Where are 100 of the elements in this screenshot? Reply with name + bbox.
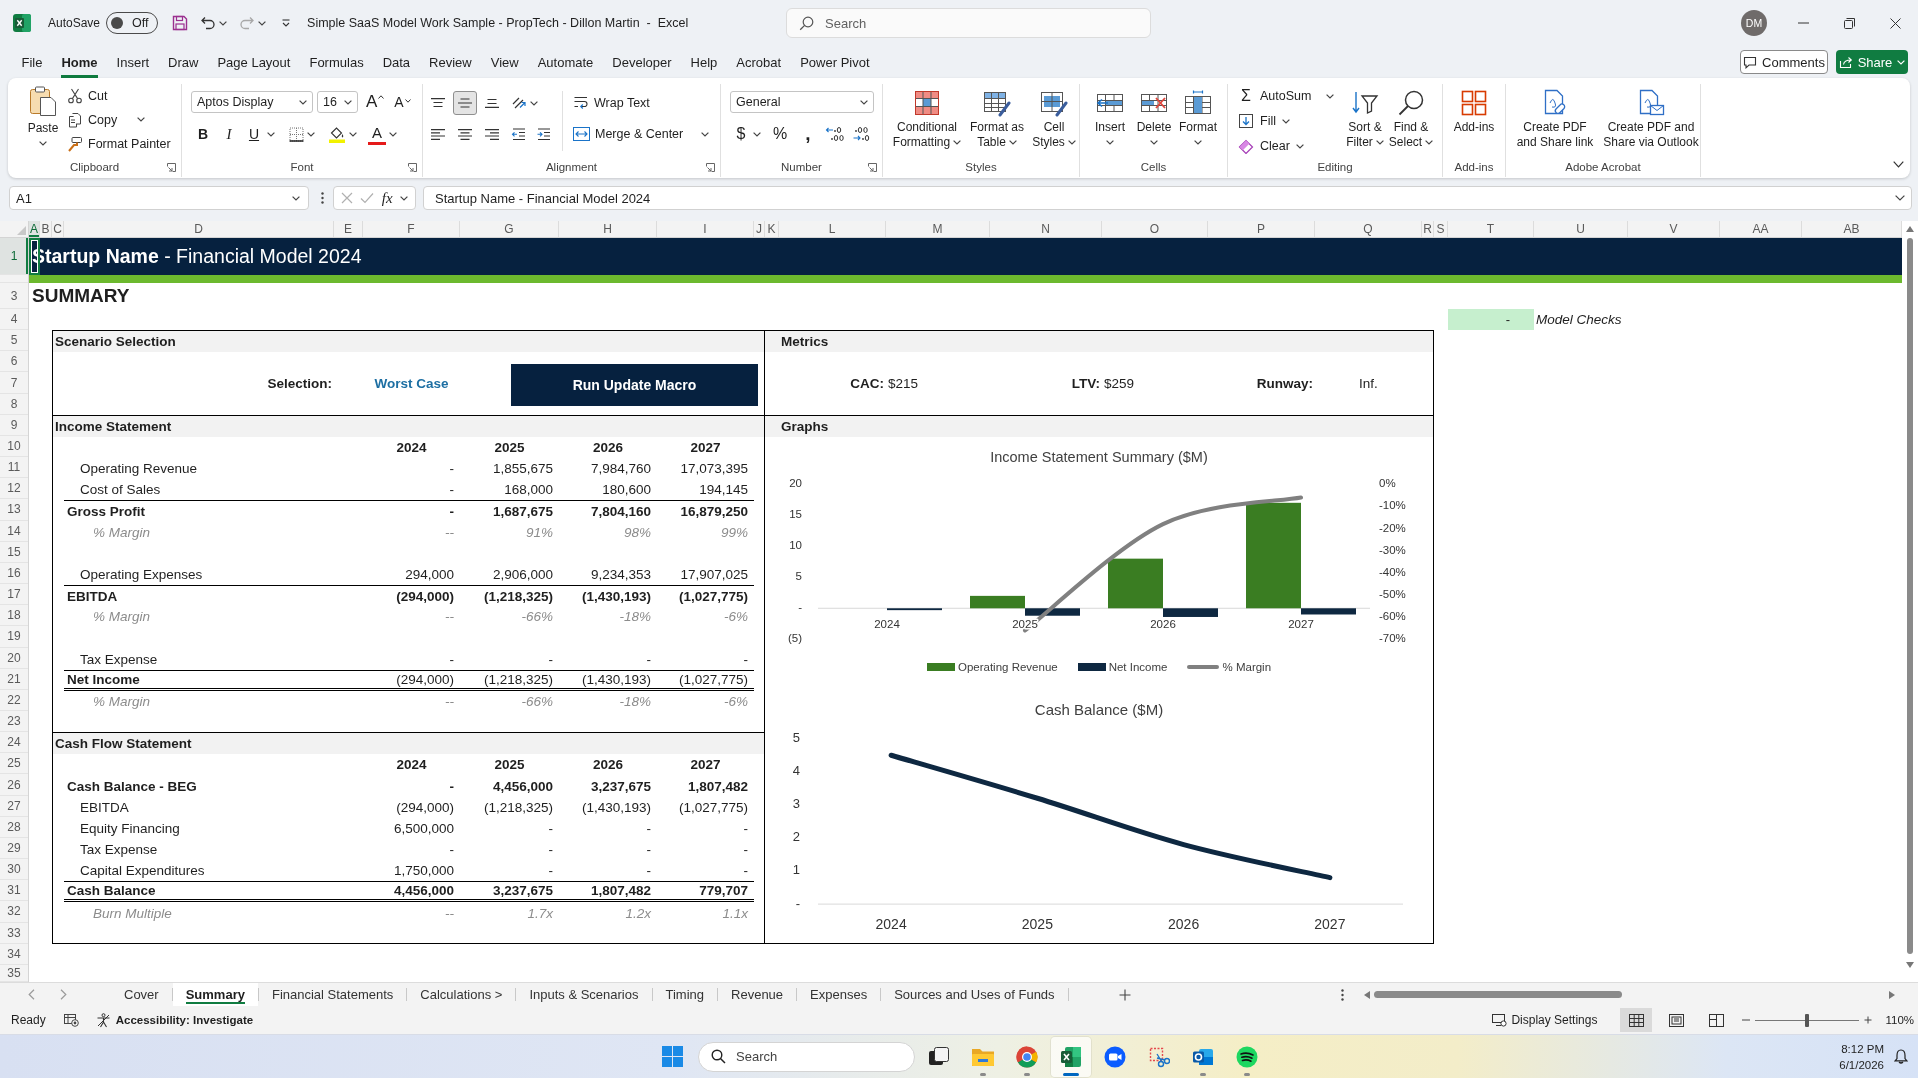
macro-recording-icon[interactable] xyxy=(63,1013,79,1027)
column-header[interactable]: AA xyxy=(1720,221,1802,237)
column-header[interactable]: T xyxy=(1448,221,1534,237)
dialog-launcher-icon[interactable] xyxy=(167,162,176,172)
search-field[interactable]: Search xyxy=(786,8,1151,38)
ribbon-tab[interactable]: Acrobat xyxy=(736,46,782,78)
taskbar-search-field[interactable]: Search xyxy=(698,1041,915,1072)
find-select-button[interactable]: Find & Select xyxy=(1388,84,1434,150)
comma-style-button[interactable]: , xyxy=(799,123,817,145)
scroll-down-icon[interactable] xyxy=(1906,962,1914,968)
close-icon[interactable] xyxy=(1889,17,1901,29)
sheet-tab[interactable]: Timing xyxy=(652,983,718,1006)
save-icon[interactable] xyxy=(172,15,189,31)
run-macro-button[interactable]: Run Update Macro xyxy=(511,364,758,407)
formula-field[interactable]: Startup Name - Financial Model 2024 xyxy=(423,186,1912,210)
share-button[interactable]: Share xyxy=(1836,50,1908,74)
column-header[interactable]: M xyxy=(886,221,990,237)
paste-button[interactable]: Paste xyxy=(20,84,66,157)
font-name-dropdown[interactable]: Aptos Display xyxy=(191,91,313,113)
ribbon-tab[interactable]: Insert xyxy=(116,46,150,78)
create-pdf-mail-button[interactable]: Create PDF and Share via Outlook xyxy=(1602,84,1700,150)
format-button[interactable]: Format xyxy=(1176,84,1220,150)
collapse-ribbon-icon[interactable] xyxy=(1893,161,1904,168)
dialog-launcher-icon[interactable] xyxy=(706,162,715,172)
row-header[interactable]: 26 xyxy=(0,774,28,796)
underline-button[interactable]: U xyxy=(244,123,264,145)
row-header[interactable]: 35 xyxy=(0,964,28,982)
row-header[interactable]: 1 xyxy=(0,238,28,275)
row-header[interactable]: 14 xyxy=(0,520,28,542)
more-options-icon[interactable] xyxy=(1341,988,1344,1001)
column-header[interactable]: D xyxy=(64,221,334,237)
row-header[interactable]: 17 xyxy=(0,584,28,606)
display-settings-button[interactable]: Display Settings xyxy=(1492,1013,1598,1027)
column-header[interactable]: B xyxy=(40,221,52,237)
sheet-tab[interactable]: Summary xyxy=(172,983,258,1006)
sheet-tab[interactable]: Revenue xyxy=(718,983,797,1006)
text-orientation-icon[interactable] xyxy=(511,95,527,111)
fill-button[interactable]: Fill xyxy=(1238,109,1342,133)
ribbon-tab[interactable]: View xyxy=(490,46,519,78)
row-header[interactable]: 5 xyxy=(0,330,28,352)
merge-center-button[interactable]: Merge & Center xyxy=(573,122,684,146)
font-size-dropdown[interactable]: 16 xyxy=(317,91,358,113)
column-header[interactable]: V xyxy=(1628,221,1720,237)
start-menu-icon[interactable] xyxy=(661,1046,683,1067)
row-header[interactable]: 31 xyxy=(0,880,28,902)
scrollbar-thumb[interactable] xyxy=(1907,238,1913,954)
currency-button[interactable]: $ xyxy=(732,123,750,145)
row-header[interactable]: 29 xyxy=(0,837,28,860)
column-header[interactable]: Q xyxy=(1315,221,1422,237)
column-header[interactable]: C xyxy=(52,221,64,237)
wrap-text-button[interactable]: Wrap Text xyxy=(573,91,650,115)
dialog-launcher-icon[interactable] xyxy=(408,162,417,172)
row-header[interactable]: 22 xyxy=(0,689,28,711)
conditional-formatting-button[interactable]: Conditional Formatting xyxy=(891,84,963,150)
taskbar-app-button[interactable] xyxy=(1051,1036,1091,1077)
copy-button[interactable]: Copy xyxy=(67,108,171,132)
ribbon-tab[interactable]: Developer xyxy=(612,46,672,78)
row-header[interactable]: 32 xyxy=(0,901,28,923)
row-header[interactable]: 18 xyxy=(0,605,28,627)
sheet-tab[interactable]: Expenses xyxy=(797,983,881,1006)
more-options-icon[interactable] xyxy=(321,192,324,204)
scrollbar-thumb[interactable] xyxy=(1374,991,1622,998)
row-header[interactable]: 28 xyxy=(0,816,28,838)
format-painter-button[interactable]: Format Painter xyxy=(67,132,171,156)
column-header[interactable]: E xyxy=(334,221,363,237)
number-format-dropdown[interactable]: General xyxy=(730,91,874,113)
notification-bell-icon[interactable] xyxy=(1894,1049,1908,1064)
zoom-in-icon[interactable] xyxy=(1864,1016,1873,1024)
ribbon-tab[interactable]: File xyxy=(21,46,43,78)
ribbon-tab[interactable]: Automate xyxy=(537,46,594,78)
create-pdf-link-button[interactable]: Create PDF and Share link xyxy=(1510,84,1600,150)
row-header[interactable]: 23 xyxy=(0,710,28,733)
row-header[interactable]: 9 xyxy=(0,414,28,436)
zoom-level[interactable]: 110% xyxy=(1885,1014,1914,1026)
clock-time[interactable]: 8:12 PM xyxy=(1841,1040,1884,1057)
column-header[interactable]: L xyxy=(779,221,886,237)
cut-button[interactable]: Cut xyxy=(67,84,171,108)
sheet-tab[interactable]: Cover xyxy=(111,983,172,1006)
sheet-tab[interactable]: Inputs & Scenarios xyxy=(516,983,652,1006)
column-header[interactable]: S xyxy=(1434,221,1448,237)
row-header[interactable]: 6 xyxy=(0,351,28,373)
ribbon-tab[interactable]: Data xyxy=(382,46,411,78)
sheet-tab[interactable]: Calculations > xyxy=(407,983,516,1006)
scenario-value[interactable]: Worst Case xyxy=(363,376,460,392)
autosum-button[interactable]: Σ AutoSum xyxy=(1238,84,1334,108)
scroll-up-icon[interactable] xyxy=(1906,226,1914,232)
decrease-indent-icon[interactable] xyxy=(511,127,527,141)
column-header[interactable]: A xyxy=(29,221,40,237)
ribbon-tab[interactable]: Formulas xyxy=(309,46,364,78)
scroll-right-icon[interactable] xyxy=(1889,990,1895,999)
cell-styles-button[interactable]: Cell Styles xyxy=(1031,84,1077,150)
sort-filter-button[interactable]: Sort & Filter xyxy=(1342,84,1388,150)
row-header[interactable]: 10 xyxy=(0,435,28,458)
italic-button[interactable]: I xyxy=(219,123,239,145)
scroll-left-icon[interactable] xyxy=(1364,990,1370,999)
fill-color-icon[interactable] xyxy=(328,125,346,143)
row-header[interactable]: 34 xyxy=(0,943,28,965)
clock-date[interactable]: 6/1/2026 xyxy=(1839,1056,1884,1073)
row-header[interactable]: 21 xyxy=(0,668,28,690)
sheet-tab[interactable]: Financial Statements xyxy=(258,983,407,1006)
